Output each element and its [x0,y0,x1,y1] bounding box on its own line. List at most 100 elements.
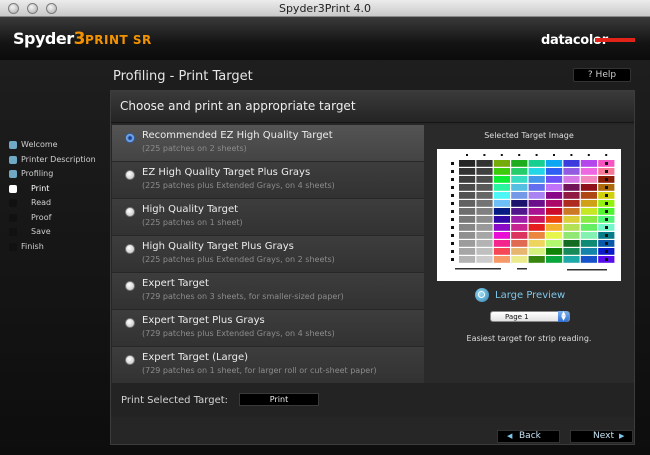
option-hq[interactable]: High Quality Target (225 patches on 1 sh… [112,199,424,236]
color-patch [476,208,493,215]
color-patch [528,232,545,239]
step-print: Print [9,182,109,197]
target-options-list: Recommended EZ High Quality Target (225 … [112,125,424,384]
selected-target-label: Selected Target Image [484,131,574,140]
color-patch [580,208,597,215]
step-proof: Proof [9,211,109,226]
color-patch [563,168,580,175]
option-title: Recommended EZ High Quality Target [142,130,333,141]
color-patch [546,232,563,239]
print-selected-label: Print Selected Target: [121,395,229,406]
radio-button[interactable] [125,207,135,217]
registration-mark [605,250,608,253]
select-arrows-icon: ▲ ▼ [558,311,569,322]
window-title-bar: Spyder3Print 4.0 [0,0,650,17]
color-patch [580,200,597,207]
color-patch [580,184,597,191]
color-patch [546,184,563,191]
registration-mark [605,162,608,165]
target-preview-area: Selected Target Image Large Preview Page… [424,125,634,383]
radio-button[interactable] [125,318,135,328]
option-title: High Quality Target [142,204,239,215]
panel-heading: Choose and print an appropriate target [111,91,634,123]
option-expert[interactable]: Expert Target (729 patches on 3 sheets, … [112,273,424,310]
radio-button[interactable] [125,281,135,291]
option-title: Expert Target [142,278,209,289]
registration-mark [466,154,468,156]
color-patch [493,200,510,207]
option-subtitle: (225 patches plus Extended Grays, on 2 s… [142,255,335,264]
registration-mark [451,226,454,229]
color-patch [476,192,493,199]
registration-mark [605,186,608,189]
window-title: Spyder3Print 4.0 [278,2,372,15]
registration-mark [451,218,454,221]
radio-button[interactable] [125,170,135,180]
registration-mark [570,154,573,156]
close-window-button[interactable] [8,3,19,14]
color-patch [459,248,476,255]
print-button[interactable]: Print [239,393,319,406]
registration-mark [451,234,454,237]
radio-button[interactable] [125,244,135,254]
zoom-window-button[interactable] [46,3,57,14]
color-patch [476,240,493,247]
page-select[interactable]: Page 1 ▲ ▼ [490,311,570,322]
radio-button-selected[interactable] [125,133,135,143]
color-patch [546,168,563,175]
option-subtitle: (225 patches on 2 sheets) [142,144,247,153]
color-patch [511,216,528,223]
option-ez-hq-plus-grays[interactable]: EZ High Quality Target Plus Grays (225 p… [112,162,424,199]
registration-mark [451,202,454,205]
registration-mark [605,218,608,221]
back-button[interactable]: ◀ Back [497,430,560,443]
registration-mark [605,210,608,213]
target-footer-text [481,268,501,270]
color-patch [546,192,563,199]
color-patch [563,240,580,247]
registration-mark [605,234,608,237]
step-done-bullet [9,141,17,149]
help-button[interactable]: ? Help [573,68,631,82]
color-patch [459,256,476,263]
option-recommended-ez-hq[interactable]: Recommended EZ High Quality Target (225 … [112,125,424,162]
color-patch [493,232,510,239]
color-patch [563,248,580,255]
minimize-window-button[interactable] [27,3,38,14]
color-patch [476,216,493,223]
color-patch [476,232,493,239]
large-preview-button[interactable]: Large Preview [475,288,565,302]
page-title: Profiling - Print Target [113,69,253,84]
print-row: Print Selected Target: Print [111,383,634,417]
registration-mark [605,178,608,181]
option-hq-plus-grays[interactable]: High Quality Target Plus Grays (225 patc… [112,236,424,273]
registration-mark [483,154,486,156]
step-done-bullet [9,155,17,164]
color-patch [476,176,493,183]
color-patch [528,192,545,199]
registration-mark [535,154,538,156]
radio-button[interactable] [125,355,135,365]
color-patch [563,232,580,239]
color-patch [563,216,580,223]
step-pending-bullet [9,199,17,207]
color-patch [511,176,528,183]
color-patch [528,256,545,263]
registration-mark [451,250,454,253]
next-button[interactable]: Next ▶ [570,430,633,443]
color-patch [476,200,493,207]
step-printer-description: Printer Description [9,153,109,168]
color-patch-target [451,154,615,271]
large-preview-label: Large Preview [495,290,566,301]
color-patch [459,232,476,239]
registration-mark [605,194,608,197]
color-patch [563,200,580,207]
color-patch [546,256,563,263]
step-pending-bullet [9,213,17,222]
color-patch [493,248,510,255]
option-expert-plus-grays[interactable]: Expert Target Plus Grays (729 patches pl… [112,310,424,347]
page-select-value: Page 1 [505,313,529,321]
option-expert-large[interactable]: Expert Target (Large) (729 patches on 1 … [112,347,424,384]
option-subtitle: (729 patches on 3 sheets, for smaller-si… [142,292,344,301]
color-patch [511,232,528,239]
